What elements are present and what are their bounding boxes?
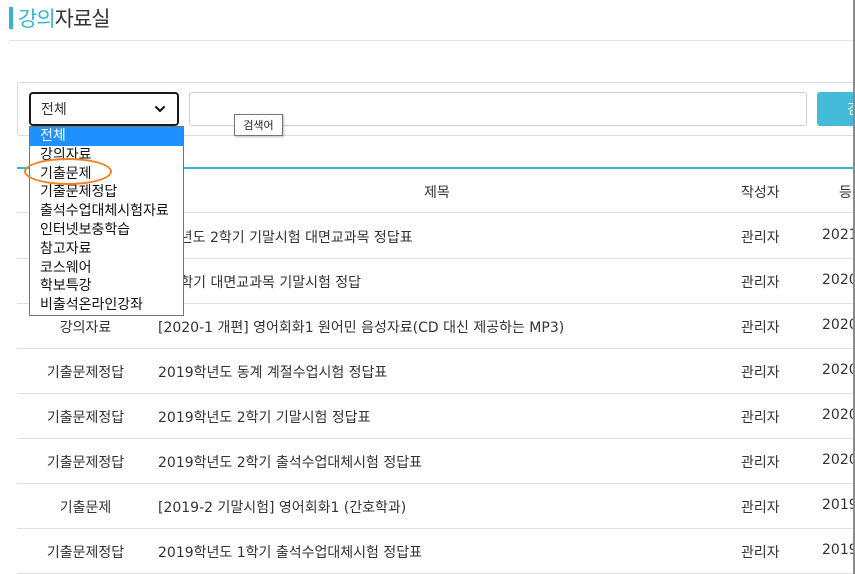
row-title-link[interactable]: 2019학년도 2학기 출석수업대체시험 정답표: [158, 452, 422, 472]
search-button[interactable]: 검: [817, 92, 855, 126]
row-category: 기출문제: [59, 500, 112, 516]
table-row[interactable]: 기출문제정답 2019학년도 2학기 출석수업대체시험 정답표 관리자 2020: [17, 439, 855, 484]
row-title-link[interactable]: 0학년도 2학기 기말시험 대면교과목 정답표: [158, 227, 413, 247]
row-date: 2020: [822, 362, 855, 378]
category-dropdown-list: 전체 강의자료 기출문제 기출문제정답 출석수업대체시험자료 인터넷보충학습 참…: [29, 126, 184, 316]
row-author: 관리자: [741, 320, 780, 336]
tooltip-text: 검색어: [243, 119, 274, 132]
title-divider: [9, 40, 855, 41]
row-author: 관리자: [741, 275, 780, 291]
row-date: 2020: [822, 407, 855, 423]
category-select-value: 전체: [41, 102, 67, 118]
row-category: 기출문제정답: [46, 410, 125, 426]
highlight-ring: [24, 158, 112, 185]
row-title-link[interactable]: [2020-1 개편] 영어회화1 원어민 음성자료(CD 대신 제공하는 MP…: [158, 317, 564, 337]
chevron-down-icon: [155, 106, 165, 112]
row-title-link[interactable]: [2019-2 기말시험] 영어회화1 (간호학과): [158, 497, 406, 517]
dropdown-option-online-course[interactable]: 비출석온라인강좌: [30, 296, 183, 315]
row-author: 관리자: [741, 230, 780, 246]
row-category: 기출문제정답: [46, 545, 125, 561]
row-date: 2020: [822, 317, 855, 333]
row-author: 관리자: [741, 500, 780, 516]
table-row[interactable]: 기출문제 [2019-2 기말시험] 영어회화1 (간호학과) 관리자 2019: [17, 484, 855, 529]
row-date: 2019: [822, 542, 855, 558]
dropdown-option-reference[interactable]: 참고자료: [30, 240, 183, 259]
row-title-link[interactable]: 0.1학기 대면교과목 기말시험 정답: [158, 272, 361, 292]
row-author: 관리자: [741, 365, 780, 381]
header-title: 제목: [424, 185, 450, 201]
page-title-text: 강의자료실: [18, 3, 111, 33]
row-title-link[interactable]: 2019학년도 1학기 출석수업대체시험 정답표: [158, 542, 422, 562]
row-date: 2019: [822, 497, 855, 513]
row-category: 기출문제정답: [46, 365, 125, 381]
header-date: 등: [839, 185, 852, 201]
dropdown-option-attendance-substitute[interactable]: 출석수업대체시험자료: [30, 202, 183, 221]
dropdown-option-special-lecture[interactable]: 학보특강: [30, 277, 183, 296]
row-author: 관리자: [741, 545, 780, 561]
row-title-link[interactable]: 2019학년도 동계 계절수업시험 정답표: [158, 362, 387, 382]
header-author: 작성자: [741, 185, 780, 201]
table-row[interactable]: 기출문제정답 2019학년도 2학기 기말시험 정답표 관리자 2020: [17, 394, 855, 439]
row-author: 관리자: [741, 455, 780, 471]
row-date: 2021: [822, 227, 855, 243]
page-title: 강의자료실: [9, 3, 111, 33]
row-title-link[interactable]: 2019학년도 2학기 기말시험 정답표: [158, 407, 370, 427]
page-title-rest: 자료실: [54, 7, 111, 31]
row-category: 기출문제정답: [46, 455, 125, 471]
dropdown-option-all[interactable]: 전체: [30, 127, 183, 146]
dropdown-option-past-exam-answers[interactable]: 기출문제정답: [30, 183, 183, 202]
row-category: 강의자료: [59, 320, 112, 336]
category-select[interactable]: 전체: [29, 92, 179, 126]
row-date: 2020: [822, 452, 855, 468]
title-accent-bar: [9, 7, 13, 29]
table-row[interactable]: 기출문제정답 2019학년도 1학기 출석수업대체시험 정답표 관리자 2019: [17, 529, 855, 574]
page-title-accent: 강의: [18, 7, 56, 31]
row-date: 2020: [822, 272, 855, 288]
dropdown-option-internet-supplement[interactable]: 인터넷보충학습: [30, 221, 183, 240]
row-author: 관리자: [741, 410, 780, 426]
table-row[interactable]: 기출문제정답 2019학년도 동계 계절수업시험 정답표 관리자 2020: [17, 349, 855, 394]
dropdown-option-courseware[interactable]: 코스웨어: [30, 259, 183, 278]
search-input-tooltip: 검색어: [234, 114, 283, 136]
